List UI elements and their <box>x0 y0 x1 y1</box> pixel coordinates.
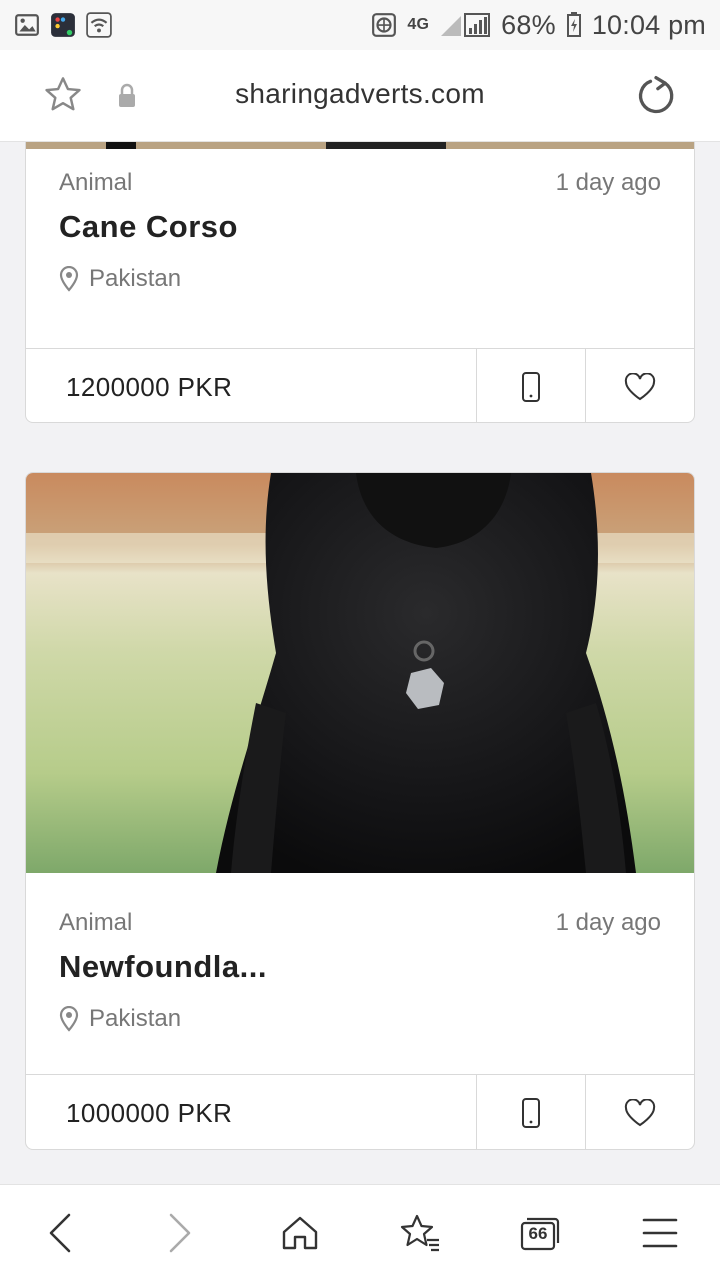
call-button[interactable] <box>476 349 585 422</box>
listing-title[interactable]: Newfoundla... <box>59 949 267 985</box>
phone-icon <box>522 1098 540 1128</box>
back-icon <box>49 1213 71 1253</box>
call-button[interactable] <box>476 1075 585 1149</box>
clock: 10:04 pm <box>591 9 706 40</box>
wifi-icon <box>86 12 112 38</box>
browser-bottom-nav: 66 <box>0 1184 720 1281</box>
listing-location: Pakistan <box>59 265 181 293</box>
listing-feed: Animal 1 day ago Cane Corso Pakistan 120… <box>0 142 720 1184</box>
status-left <box>14 12 112 38</box>
address-bar: sharingadverts.com <box>0 50 720 142</box>
home-button[interactable] <box>270 1203 330 1263</box>
listing-location: Pakistan <box>59 1005 181 1033</box>
listing-meta: Animal 1 day ago <box>59 909 661 937</box>
signal-icon <box>441 13 491 37</box>
listing-meta: Animal 1 day ago <box>59 169 661 197</box>
heart-icon <box>624 1099 656 1127</box>
listing-category: Animal <box>59 909 133 936</box>
menu-button[interactable] <box>630 1203 690 1263</box>
battery-percent: 68% <box>501 9 556 40</box>
url-field[interactable]: sharingadverts.com <box>0 78 720 110</box>
bookmarks-button[interactable] <box>390 1203 450 1263</box>
listing-posted-time: 1 day ago <box>555 169 661 196</box>
home-icon <box>282 1216 318 1250</box>
vpn-icon <box>372 13 397 37</box>
listing-footer: 1000000 PKR <box>26 1074 694 1149</box>
tabs-button[interactable]: 66 <box>510 1203 570 1263</box>
favorite-button[interactable] <box>585 1075 694 1149</box>
listing-card[interactable]: Animal 1 day ago Cane Corso Pakistan 120… <box>25 142 695 423</box>
back-button[interactable] <box>30 1203 90 1263</box>
favorite-button[interactable] <box>585 349 694 422</box>
listing-price: 1000000 PKR <box>66 1097 233 1128</box>
status-right: 4G 68% 10:04 pm <box>371 10 706 41</box>
battery-icon <box>566 12 581 37</box>
network-type: 4G <box>407 16 430 33</box>
reload-icon[interactable] <box>634 74 678 118</box>
status-bar: 4G 68% 10:04 pm <box>0 0 720 50</box>
listing-price: 1200000 PKR <box>66 371 233 402</box>
app-icon <box>51 13 75 37</box>
forward-icon <box>169 1213 191 1253</box>
listing-card[interactable]: Animal 1 day ago Newfoundla... Pakistan … <box>25 472 695 1150</box>
listing-location-text: Pakistan <box>89 1005 182 1032</box>
listing-footer: 1200000 PKR <box>26 348 694 422</box>
phone-icon <box>522 372 540 402</box>
heart-icon <box>624 373 656 401</box>
bookmarks-icon <box>400 1214 439 1252</box>
listing-category: Animal <box>59 169 133 196</box>
tab-count: 66 <box>528 1224 548 1243</box>
gallery-icon <box>15 14 39 36</box>
location-pin-icon <box>59 1006 79 1032</box>
forward-button[interactable] <box>150 1203 210 1263</box>
location-pin-icon <box>59 266 79 292</box>
listing-image[interactable] <box>26 142 695 149</box>
menu-icon <box>642 1218 678 1248</box>
listing-location-text: Pakistan <box>89 265 182 292</box>
listing-image[interactable] <box>26 473 695 873</box>
listing-title[interactable]: Cane Corso <box>59 209 238 245</box>
listing-posted-time: 1 day ago <box>555 909 661 936</box>
